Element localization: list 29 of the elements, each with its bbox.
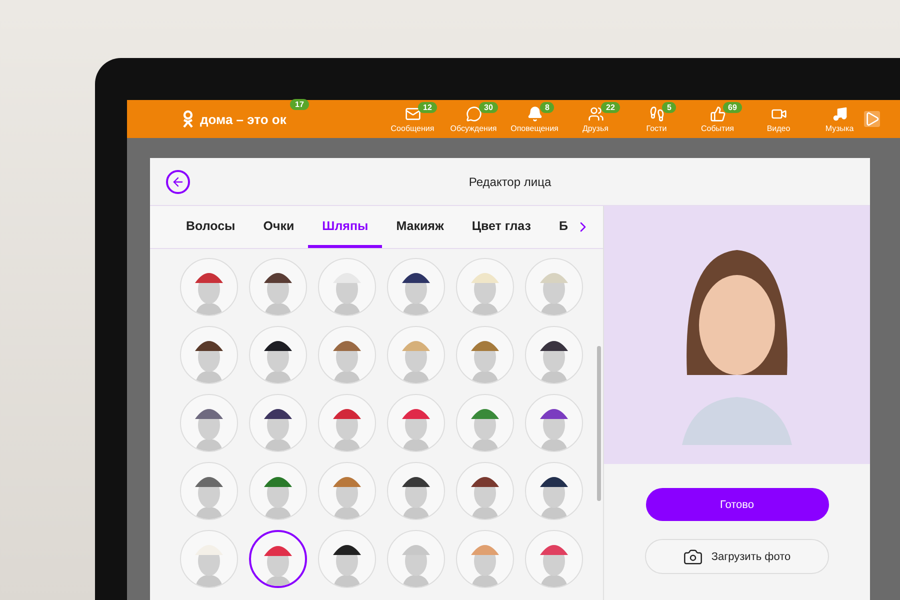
category-tab[interactable]: Волосы [172,206,250,248]
notification-count: 5 [662,102,676,112]
notification-count: 22 [601,102,620,112]
upload-photo-button[interactable]: Загрузить фото [645,539,829,574]
music-note-icon [832,106,848,122]
dialog-title: Редактор лица [468,174,552,188]
footprints-icon [648,106,664,122]
nav-item[interactable]: Видео [748,106,809,132]
scrollbar[interactable] [597,346,601,501]
done-button[interactable]: Готово [646,488,828,521]
notification-count: 8 [540,102,554,112]
notification-count: 12 [418,102,437,112]
bell-icon [526,106,542,122]
category-tab[interactable]: Б [545,206,582,248]
notification-count: 30 [479,102,498,112]
notification-count: 69 [723,102,742,112]
category-tab[interactable]: Макияж [382,206,458,248]
thumbs-up-icon [710,106,726,122]
category-tab[interactable]: Цвет глаз [458,206,545,248]
camera-icon [683,546,704,566]
envelope-icon [404,106,420,122]
person-logo-icon [182,110,194,128]
category-tab[interactable]: Очки [249,206,308,248]
site-logo[interactable]: дома – это ок [200,112,286,126]
notification-count: 17 [290,99,309,110]
back-button[interactable] [166,170,190,194]
people-icon [588,106,604,122]
category-tab[interactable]: Шляпы [308,206,382,248]
speech-bubbles-icon [466,106,482,122]
